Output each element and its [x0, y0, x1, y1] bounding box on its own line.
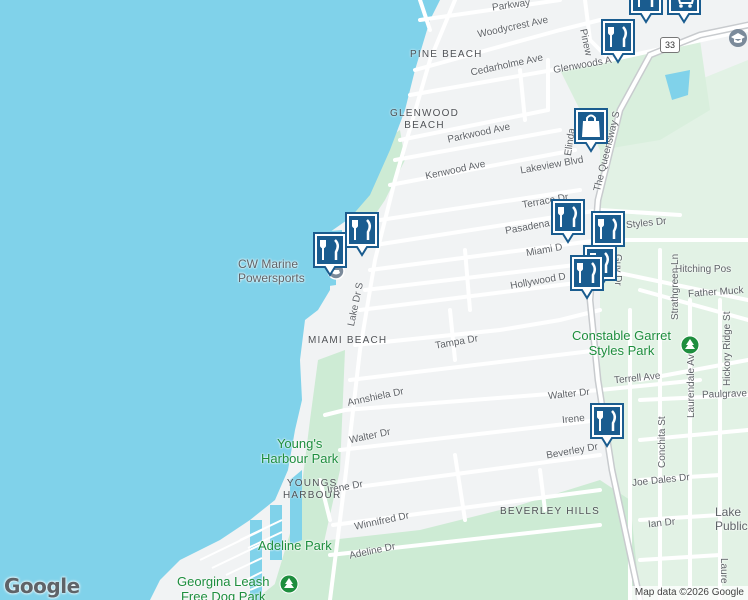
fork-knife-icon [629, 0, 663, 24]
google-logo: Google [4, 574, 80, 598]
shopping-bag-icon [574, 108, 608, 153]
street-laurendale: Laurendale Ave [686, 348, 697, 418]
park-georgina-leash-free[interactable]: Georgina Leash Free Dog Park [177, 574, 270, 600]
highway-shield: 33 [660, 37, 680, 53]
poi-lake-line1: Lake [715, 505, 742, 519]
park-youngs-line1: Young's [276, 436, 323, 451]
park-youngs-line2: Harbour Park [261, 451, 339, 466]
map-attribution[interactable]: Map data ©2026 Google [630, 586, 748, 600]
street-laure: Laure [718, 558, 729, 584]
restaurant-marker[interactable] [312, 231, 348, 277]
neighborhood-glenwood-beach: GLENWOOD BEACH [390, 108, 459, 132]
restaurant-marker[interactable] [550, 198, 586, 244]
poi-marine-line2: Powersports [238, 271, 305, 285]
restaurant-marker[interactable] [569, 254, 605, 300]
park-constable-line2: Styles Park [588, 343, 655, 358]
street-paulgrave: Paulgrave [701, 388, 748, 401]
map-base-layer [0, 0, 748, 600]
restaurant-marker[interactable] [344, 211, 380, 257]
neighborhood-glenwood-line2: BEACH [404, 120, 445, 131]
street-strathgreen: Strathgreen Ln [670, 253, 681, 320]
park-tree-icon[interactable] [279, 574, 299, 594]
restaurant-marker[interactable] [589, 402, 625, 448]
school-icon[interactable] [728, 28, 748, 48]
restaurant-marker[interactable] [628, 0, 664, 24]
fork-knife-icon [590, 403, 624, 448]
fork-knife-icon [601, 19, 635, 64]
park-georgina-line2: Free Dog Park [180, 589, 266, 600]
park-georgina-line1: Georgina Leash [177, 574, 270, 589]
park-constable-line1: Constable Garret [572, 328, 671, 343]
shopping-cart-icon [667, 0, 701, 24]
fork-knife-icon [313, 232, 347, 277]
neighborhood-pine-beach: PINE BEACH [410, 49, 483, 60]
restaurant-marker[interactable] [600, 18, 636, 64]
park-youngs-harbour[interactable]: Young's Harbour Park [261, 436, 338, 466]
park-tree-icon[interactable] [680, 335, 700, 355]
street-hickory: Hickory Ridge St [722, 311, 733, 386]
neighborhood-glenwood-line1: GLENWOOD [390, 108, 460, 119]
park-constable-garret-styles[interactable]: Constable Garret Styles Park [572, 328, 671, 358]
shopping-bag-marker[interactable] [573, 107, 609, 153]
map-canvas[interactable]: PINE BEACH GLENWOOD BEACH MIAMI BEACH YO… [0, 0, 748, 600]
poi-lake-line2: Public [715, 519, 748, 533]
poi-marine-line1: CW Marine [238, 257, 299, 271]
shopping-cart-marker[interactable] [666, 0, 702, 24]
park-adeline[interactable]: Adeline Park [258, 538, 332, 553]
neighborhood-miami-beach: MIAMI BEACH [308, 335, 388, 346]
fork-knife-icon [570, 255, 604, 300]
street-conchita: Conchita St [657, 416, 668, 468]
fork-knife-icon [345, 212, 379, 257]
neighborhood-beverley-hills: BEVERLEY HILLS [500, 506, 600, 517]
poi-lake-public[interactable]: Lake Public [715, 505, 748, 533]
fork-knife-icon [551, 199, 585, 244]
street-hitching: Hitching Pos [675, 264, 732, 275]
poi-cw-marine-powersports[interactable]: CW Marine Powersports [238, 257, 305, 285]
